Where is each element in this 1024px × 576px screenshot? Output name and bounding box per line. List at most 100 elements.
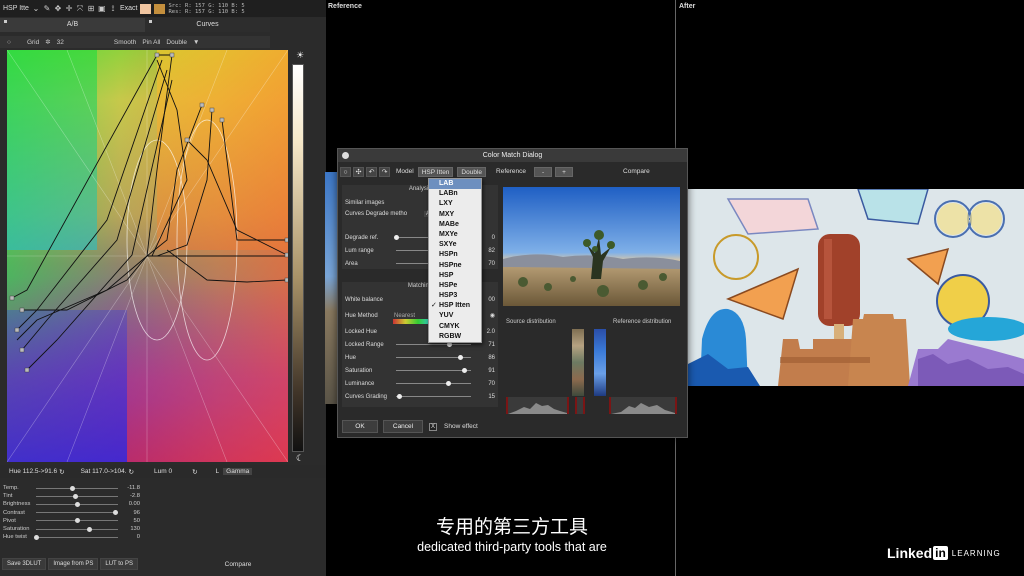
slider-row[interactable]: Temp. -11.8	[3, 484, 143, 492]
dialog-slider-track[interactable]	[396, 368, 471, 373]
slider-track[interactable]	[36, 526, 118, 532]
eye-icon[interactable]: ◉	[481, 312, 495, 319]
tab-ab[interactable]: A/B	[0, 18, 145, 32]
reset-hue-icon[interactable]: ↻	[59, 468, 64, 476]
expand-icon[interactable]: ⤧	[76, 4, 84, 13]
reset-lum-icon[interactable]: ↻	[192, 468, 197, 476]
move-icon[interactable]: ✥	[54, 4, 62, 13]
dialog-slider-knob[interactable]	[397, 394, 403, 399]
frame-icon[interactable]: ▣	[98, 4, 106, 13]
dialog-slider-knob[interactable]	[446, 381, 451, 386]
dialog-slider-track[interactable]	[396, 394, 471, 399]
dropdown-option[interactable]: HSP3	[429, 291, 481, 301]
close-icon[interactable]	[342, 152, 349, 159]
gamma-select[interactable]: Gamma	[223, 468, 253, 475]
slider-track[interactable]	[36, 510, 119, 516]
dialog-slider-knob[interactable]	[393, 235, 399, 240]
exact-label[interactable]: Exact	[120, 5, 138, 12]
slider-row[interactable]: Contrast 96	[3, 509, 143, 517]
slider-track[interactable]	[36, 493, 118, 499]
slider-row[interactable]: Hue twist 0	[3, 533, 143, 541]
slider-knob[interactable]	[74, 501, 80, 507]
color-wheel-plot[interactable]	[7, 50, 288, 462]
slider-track[interactable]	[36, 485, 118, 491]
compare-button[interactable]: Compare	[623, 168, 650, 175]
dialog-slider-knob[interactable]	[461, 368, 467, 373]
dropdown-option[interactable]: LAB	[429, 179, 481, 190]
image-from-ps-button[interactable]: Image from PS	[48, 558, 99, 570]
dialog-slider-knob[interactable]	[458, 355, 463, 360]
ok-button[interactable]: OK	[342, 420, 378, 433]
slider-knob[interactable]	[72, 493, 78, 499]
slider-knob[interactable]	[69, 485, 75, 491]
dialog-slider-row[interactable]: Saturation 91	[342, 366, 498, 375]
mode-select[interactable]: HSP Itte	[3, 5, 29, 12]
dropdown-option[interactable]: LABn	[429, 189, 481, 199]
tab-curves[interactable]: Curves	[145, 18, 270, 32]
dropdown-option[interactable]: YUV	[429, 311, 481, 321]
lut-to-ps-button[interactable]: LUT to PS	[100, 558, 138, 570]
redo-icon[interactable]: ↷	[379, 166, 390, 177]
lut-icon[interactable]: ✣	[353, 166, 364, 177]
dropdown-option[interactable]: LXY	[429, 199, 481, 209]
slider-track[interactable]	[33, 534, 118, 540]
prev-reference-button[interactable]: -	[534, 166, 553, 177]
dropdown-option[interactable]: HSPn	[429, 250, 481, 260]
slider-knob[interactable]	[33, 534, 39, 540]
hue-method-select[interactable]: Nearest	[394, 313, 415, 319]
dialog-slider-track[interactable]	[396, 342, 471, 347]
dropdown-option[interactable]: MXYe	[429, 230, 481, 240]
dropdown-option[interactable]: SXYe	[429, 240, 481, 250]
slider-knob[interactable]	[86, 526, 92, 532]
luminance-strip[interactable]	[292, 64, 304, 452]
slider-row[interactable]: Saturation 130	[3, 525, 143, 533]
dialog-slider-track[interactable]	[396, 355, 471, 360]
dialog-slider-row[interactable]: Luminance 70	[342, 379, 498, 388]
undo-icon[interactable]: ↶	[366, 166, 377, 177]
grid-icon[interactable]: ⊞	[87, 4, 95, 13]
tab-ab-label: A/B	[66, 21, 79, 28]
smooth-button[interactable]: Smooth	[114, 39, 136, 46]
dialog-slider-row[interactable]: Hue 86	[342, 353, 498, 362]
dialog-slider-row[interactable]: Curves Grading 15	[342, 392, 498, 401]
slider-track[interactable]	[36, 518, 118, 524]
slider-knob[interactable]	[74, 518, 80, 524]
reset-sat-icon[interactable]: ↻	[129, 468, 134, 476]
grid-size-value[interactable]: 32	[57, 39, 64, 46]
dropdown-option[interactable]: MXY	[429, 210, 481, 220]
slider-row[interactable]: Pivot 50	[3, 517, 143, 525]
dropdown-option[interactable]: MABe	[429, 220, 481, 230]
double-button[interactable]: Double	[457, 166, 487, 177]
crosshair-icon[interactable]: ✛	[65, 4, 73, 13]
show-effect-checkbox[interactable]: X	[429, 423, 437, 431]
slider-label: Pivot	[3, 517, 16, 524]
triangle-down-icon[interactable]: ▼	[193, 39, 199, 46]
reference-image	[325, 172, 337, 404]
dropdown-option[interactable]: RGBW	[429, 332, 481, 342]
dropdown-option[interactable]: ✓ HSP Itten	[429, 301, 481, 311]
slider-row[interactable]: Brightness 0.00	[3, 500, 143, 508]
slider-track[interactable]	[36, 501, 118, 507]
similar-images-label: Similar images	[345, 199, 385, 206]
cancel-button[interactable]: Cancel	[383, 420, 423, 433]
dialog-slider-track[interactable]	[396, 381, 471, 386]
pin-all-button[interactable]: Pin All	[142, 39, 160, 46]
eyedropper-icon[interactable]: ✎	[43, 4, 51, 13]
dropdown-option-label: LXY	[439, 200, 453, 208]
dropdown-option[interactable]: HSP	[429, 271, 481, 281]
chevron-down-icon[interactable]: ⌄	[32, 4, 40, 13]
next-reference-button[interactable]: +	[555, 166, 574, 177]
source-histogram-mini	[575, 397, 585, 414]
dropdown-option[interactable]: HSPne	[429, 261, 481, 271]
circle-icon[interactable]: ○	[7, 39, 11, 46]
model-select[interactable]: HSP Itten	[417, 166, 454, 177]
slider-row[interactable]: Tint -2.8	[3, 492, 143, 500]
double-button[interactable]: Double	[166, 39, 187, 46]
settings-icon[interactable]: ✲	[45, 38, 50, 46]
dropdown-option[interactable]: HSPe	[429, 281, 481, 291]
circle-icon[interactable]: ○	[340, 166, 351, 177]
compare-button[interactable]: Compare	[150, 558, 326, 571]
save-3dlut-button[interactable]: Save 3DLUT	[2, 558, 47, 570]
reference-label: Reference	[328, 3, 362, 10]
dropdown-option[interactable]: CMYK	[429, 322, 481, 332]
